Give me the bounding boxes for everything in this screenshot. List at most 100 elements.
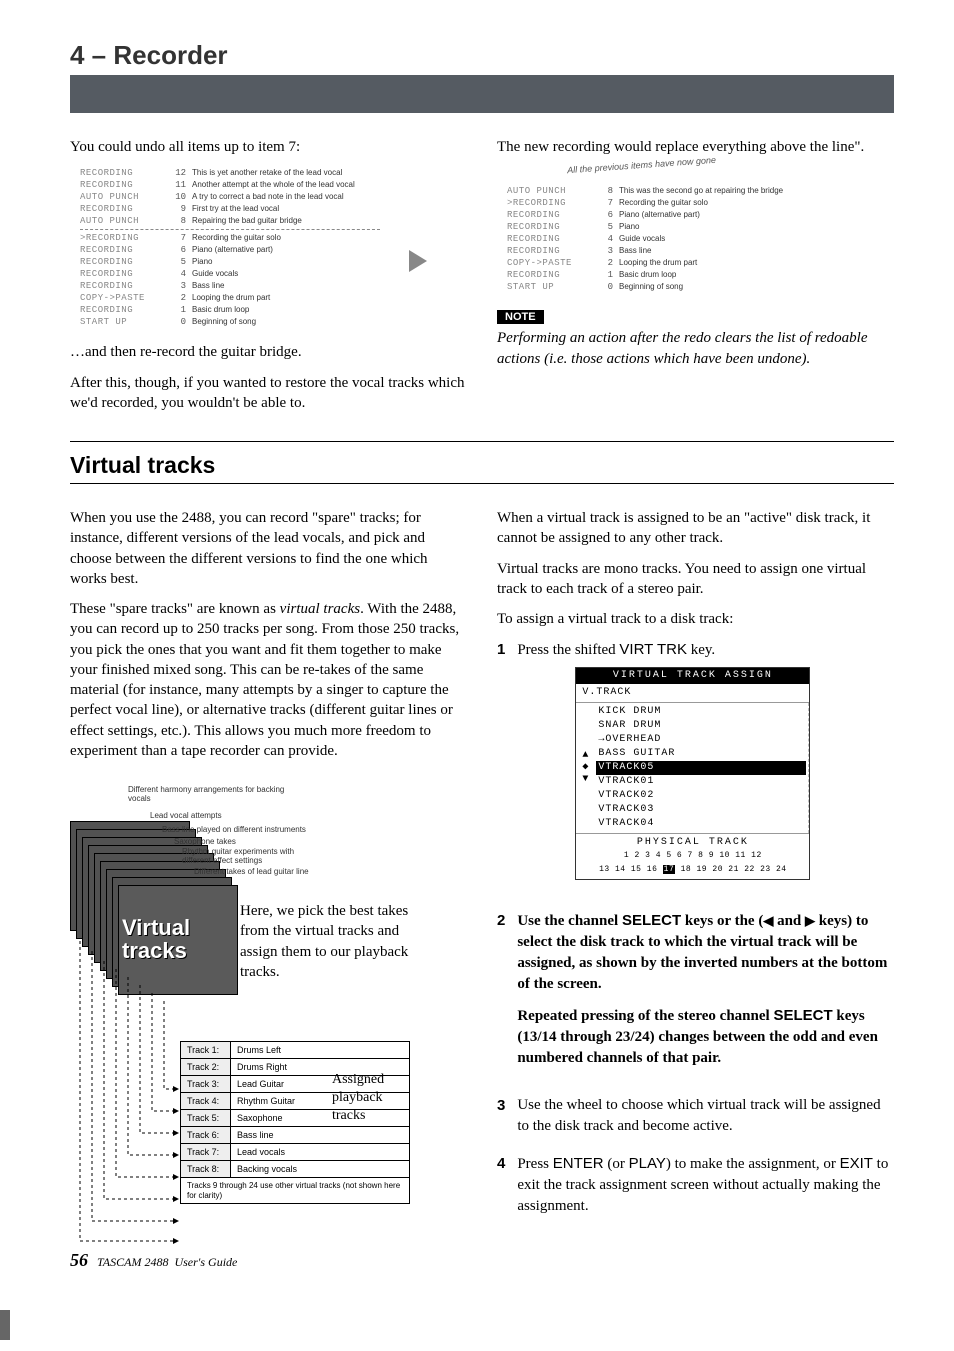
- label-rhythm: Rhythm guitar experiments with different…: [182, 847, 322, 865]
- lcd-title: VIRTUAL TRACK ASSIGN: [576, 668, 809, 684]
- steps-list: 1 Press the shifted VIRT TRK key. VIRTUA…: [497, 639, 894, 1216]
- undo-after-a: …and then re-record the guitar bridge.: [70, 342, 467, 362]
- history-row: COPY->PASTE2Looping the drum part: [507, 257, 894, 269]
- history-row: RECORDING1Basic drum loop: [507, 269, 894, 281]
- step-1: 1 Press the shifted VIRT TRK key. VIRTUA…: [497, 639, 894, 893]
- history-row: RECORDING1Basic drum loop: [80, 304, 467, 316]
- vt-right-column: When a virtual track is assigned to be a…: [497, 508, 894, 1261]
- history-row: RECORDING3Bass line: [507, 245, 894, 257]
- s4d: PLAY: [629, 1155, 666, 1172]
- vt-para-2: These "spare tracks" are known as virtua…: [70, 599, 467, 761]
- lcd-item: VTRACK05: [596, 761, 806, 775]
- arrow-mid-icon: ◆: [582, 763, 588, 773]
- undo-intro: You could undo all items up to item 7:: [70, 137, 467, 157]
- lcd-item: VTRACK02: [596, 789, 806, 803]
- history-row: RECORDING4Guide vocals: [507, 233, 894, 245]
- virtual-tracks-diagram: Virtualtracks Different harmony arrangem…: [70, 781, 410, 1261]
- step-3: 3 Use the wheel to choose which virtual …: [497, 1095, 894, 1137]
- vt-p2-italic: virtual tracks: [280, 601, 360, 617]
- right-arrow-icon: ▶: [805, 912, 815, 930]
- diagram-caption: Here, we pick the best takes from the vi…: [240, 901, 415, 982]
- history-row: RECORDING11Another attempt at the whole …: [80, 179, 467, 191]
- table-row: Track 6:Bass line: [181, 1127, 410, 1144]
- guide-text: User's Guide: [174, 1255, 237, 1269]
- table-row: Track 8:Backing vocals: [181, 1161, 410, 1178]
- chapter-title: 4 – Recorder: [70, 40, 894, 71]
- label-leadvocal: Lead vocal attempts: [150, 811, 222, 820]
- label-bassline: Bass line played on different instrument…: [162, 825, 306, 834]
- chapter-bar: [70, 75, 894, 113]
- product-name: TASCAM 2488: [97, 1255, 168, 1269]
- history-row: RECORDING6Piano (alternative part): [507, 209, 894, 221]
- s1c: key.: [687, 642, 715, 658]
- vt-r3: To assign a virtual track to a disk trac…: [497, 609, 894, 629]
- s4b: ENTER: [553, 1155, 604, 1172]
- redo-figure: All the previous items have now gone AUT…: [507, 167, 894, 293]
- step-num: 4: [497, 1153, 505, 1217]
- s4e: ) to make the assignment, or: [666, 1156, 840, 1172]
- s2c: keys or the (: [681, 913, 763, 929]
- history-row: START UP0Beginning of song: [507, 281, 894, 293]
- page-number: 56: [70, 1250, 88, 1270]
- lcd-item: VTRACK01: [596, 775, 806, 789]
- s3: Use the wheel to choose which virtual tr…: [517, 1095, 894, 1137]
- vt-left-column: When you use the 2488, you can record "s…: [70, 508, 467, 1261]
- vt-r1: When a virtual track is assigned to be a…: [497, 508, 894, 549]
- s2d: and: [773, 913, 805, 929]
- page-footer: 56 TASCAM 2488 User's Guide: [70, 1250, 237, 1271]
- vt-p2b: . With the 2488, you can record up to 25…: [70, 601, 459, 759]
- lcd-physical: PHYSICAL TRACK: [576, 833, 809, 850]
- side-tab: [0, 1310, 10, 1340]
- vt-p2a: These "spare tracks" are known as: [70, 601, 280, 617]
- play-triangle-icon: [409, 250, 427, 272]
- lcd-item: BASS GUITAR: [596, 747, 806, 761]
- left-column: You could undo all items up to item 7: R…: [70, 137, 467, 423]
- note-badge: NOTE: [497, 310, 544, 324]
- history-row: RECORDING9First try at the lead vocal: [80, 203, 467, 215]
- history-row: START UP0Beginning of song: [80, 316, 467, 328]
- step-2: 2 Use the channel SELECT keys or the (◀ …: [497, 910, 894, 1079]
- history-row: COPY->PASTE2Looping the drum part: [80, 292, 467, 304]
- lcd-screen: VIRTUAL TRACK ASSIGN V.TRACK ▲ ◆ ▼ KICK …: [575, 667, 810, 879]
- label-leadguitar: Different takes of lead guitar line: [194, 867, 309, 876]
- lcd-item: →OVERHEAD: [596, 733, 806, 747]
- dash-separator: [80, 229, 380, 230]
- step-num: 1: [497, 639, 505, 893]
- history-row: AUTO PUNCH10A try to correct a bad note …: [80, 191, 467, 203]
- arrow-down-icon: ▼: [582, 775, 588, 785]
- s1a: Press the shifted: [517, 642, 619, 658]
- label-sax: Saxophone takes: [174, 837, 236, 846]
- history-row: >RECORDING7Recording the guitar solo: [80, 232, 467, 244]
- section-rule-bottom: [70, 483, 894, 484]
- vt-big-label: Virtualtracks: [122, 916, 190, 962]
- history-row: AUTO PUNCH8This was the second go at rep…: [507, 185, 894, 197]
- table-row-note: Tracks 9 through 24 use other virtual tr…: [181, 1178, 410, 1204]
- s2b2: SELECT: [773, 1007, 832, 1024]
- step-num: 2: [497, 910, 505, 1079]
- left-arrow-icon: ◀: [763, 912, 773, 930]
- lcd-item: VTRACK03: [596, 803, 806, 817]
- s4c: (or: [604, 1156, 629, 1172]
- s4a: Press: [517, 1156, 552, 1172]
- lcd-sub: V.TRACK: [576, 684, 809, 703]
- section-title: Virtual tracks: [70, 452, 894, 479]
- s1b: VIRT TRK: [619, 641, 687, 658]
- lcd-item: KICK DRUM: [596, 705, 806, 719]
- history-row: RECORDING5Piano: [507, 221, 894, 233]
- history-row: RECORDING12This is yet another retake of…: [80, 167, 467, 179]
- history-row: RECORDING3Bass line: [80, 280, 467, 292]
- s2b: SELECT: [622, 912, 681, 929]
- lcd-arrows: ▲ ◆ ▼: [576, 703, 594, 833]
- lcd-item: SNAR DRUM: [596, 719, 806, 733]
- vt-para-1: When you use the 2488, you can record "s…: [70, 508, 467, 589]
- lcd-nums-a: 1 2 3 4 5 6 7 8 9 10 11 12: [576, 850, 809, 864]
- lcd-item: VTRACK04: [596, 817, 806, 831]
- history-row: AUTO PUNCH8Repairing the bad guitar brid…: [80, 215, 467, 227]
- table-row: Track 7:Lead vocals: [181, 1144, 410, 1161]
- vt-r2: Virtual tracks are mono tracks. You need…: [497, 559, 894, 600]
- right-column: The new recording would replace everythi…: [497, 137, 894, 423]
- undo-after-b: After this, though, if you wanted to res…: [70, 373, 467, 414]
- undo-figure: RECORDING12This is yet another retake of…: [80, 167, 467, 328]
- table-row: Track 1:Drums Left: [181, 1042, 410, 1059]
- s4f: EXIT: [840, 1155, 873, 1172]
